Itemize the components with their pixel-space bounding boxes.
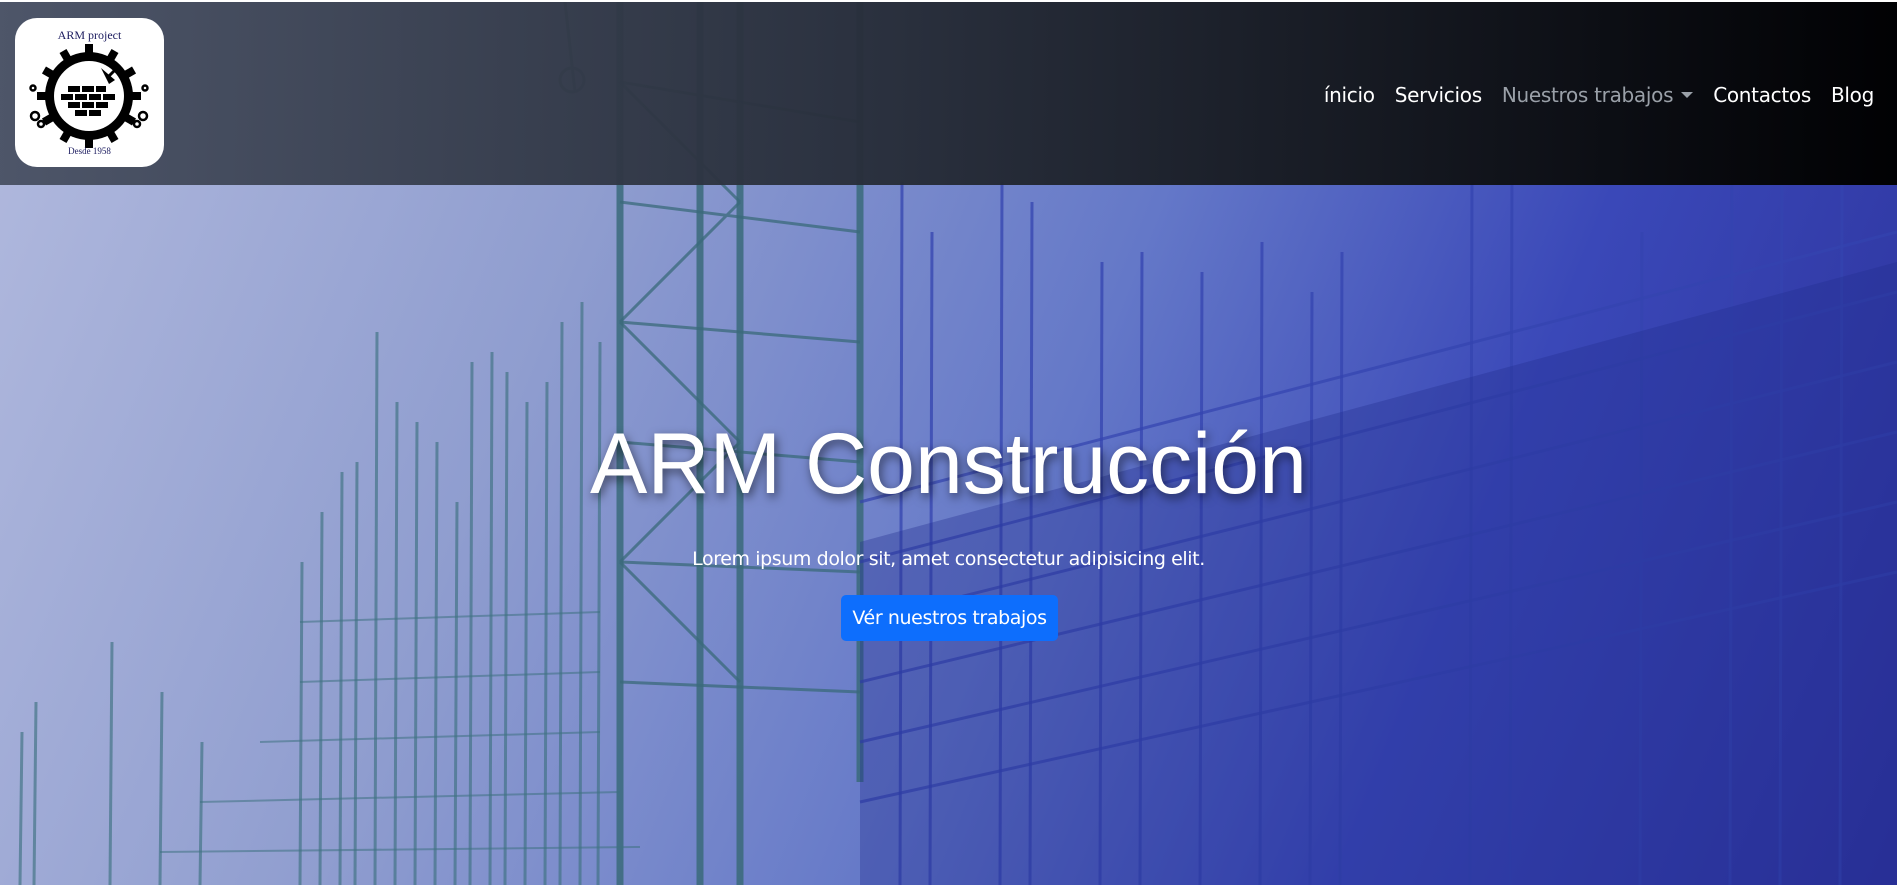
view-works-button[interactable]: Vér nuestros trabajos	[841, 595, 1058, 641]
logo-since-text: Desde 1958	[68, 146, 111, 156]
hero-title: ARM Construcción	[590, 416, 1307, 512]
nav-dropdown-nuestros-trabajos[interactable]: Nuestros trabajos	[1501, 83, 1694, 107]
nav-link-blog[interactable]: Blog	[1831, 83, 1874, 107]
hero-subtitle: Lorem ipsum dolor sit, amet consectetur …	[692, 548, 1205, 570]
top-navbar: ARM project Desde 1958 ínicio Servicios …	[0, 2, 1897, 185]
nav-link-contactos[interactable]: Contactos	[1713, 83, 1811, 107]
nav-dropdown-label: Nuestros trabajos	[1501, 83, 1674, 107]
nav-link-inicio[interactable]: ínicio	[1324, 83, 1375, 107]
main-nav: ínicio Servicios Nuestros trabajos Conta…	[1324, 82, 1874, 108]
logo-brand-text: ARM project	[57, 28, 122, 42]
hero-section: ARM project Desde 1958 ínicio Servicios …	[0, 2, 1897, 885]
nav-link-servicios[interactable]: Servicios	[1395, 83, 1482, 107]
chevron-down-icon	[1681, 92, 1694, 98]
brand-logo[interactable]: ARM project Desde 1958	[15, 18, 164, 167]
